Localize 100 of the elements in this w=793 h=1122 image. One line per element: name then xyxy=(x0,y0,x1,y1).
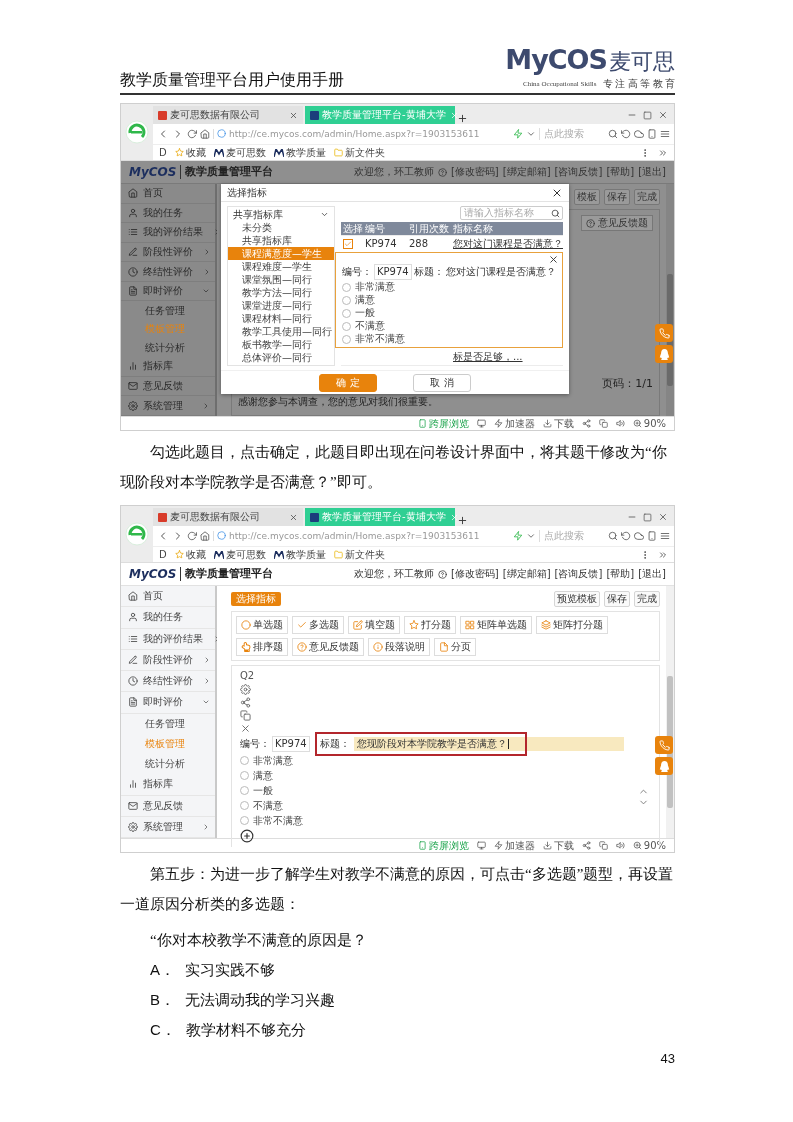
checkbox[interactable] xyxy=(343,239,353,249)
toolbar-button[interactable]: 预览模板 xyxy=(554,591,600,607)
question-type-button[interactable]: 填空题 xyxy=(348,616,400,634)
sidebar-item[interactable]: 统计分析 xyxy=(121,754,215,775)
settings-icon[interactable] xyxy=(240,684,251,695)
call-button[interactable] xyxy=(655,736,673,754)
new-tab-icon[interactable] xyxy=(457,515,468,526)
status-item[interactable]: 下载 xyxy=(542,417,574,430)
code-field[interactable]: KP974 xyxy=(374,264,412,280)
browser-tab[interactable]: 麦可思数据有限公司 xyxy=(153,106,303,124)
home-icon[interactable] xyxy=(200,531,210,541)
header-link[interactable]: [修改密码] xyxy=(450,166,499,178)
indicator-link[interactable]: 标是否足够，... xyxy=(453,351,523,363)
dropdown-icon[interactable] xyxy=(526,531,536,541)
question-type-button[interactable]: 分页 xyxy=(434,638,476,656)
tree-item[interactable]: 课堂氛围—同行 xyxy=(228,273,334,286)
sidebar-item[interactable]: 指标库 xyxy=(121,774,215,796)
radio-button[interactable] xyxy=(342,334,351,344)
header-link[interactable]: [修改密码] xyxy=(450,568,499,580)
bookmark[interactable]: 麦可思数 xyxy=(213,146,266,159)
tree-item[interactable]: 教学工具使用—同行 xyxy=(228,325,334,338)
chevrons-icon[interactable] xyxy=(658,147,668,158)
toolbar-button[interactable]: 保存 xyxy=(604,591,630,607)
sidebar-item[interactable]: 阶段性评价 xyxy=(121,242,215,263)
reload-icon[interactable] xyxy=(187,129,197,139)
copy-icon[interactable] xyxy=(240,710,251,721)
sidebar-item[interactable]: 任务管理 xyxy=(121,713,215,734)
toolbar-button[interactable]: 模板 xyxy=(574,189,600,205)
home-icon[interactable] xyxy=(200,129,210,139)
cancel-button[interactable]: 取 消 xyxy=(413,373,471,392)
tree-item[interactable]: 课程材料—同行 xyxy=(228,312,334,325)
undo-icon[interactable] xyxy=(621,129,631,139)
bookmark[interactable]: 教学质量 xyxy=(273,548,326,561)
header-link[interactable]: [绑定邮箱] xyxy=(502,568,551,580)
question-type-button[interactable]: 意见反馈题 xyxy=(581,215,653,231)
radio-button[interactable] xyxy=(342,295,351,305)
new-tab-icon[interactable] xyxy=(457,113,468,124)
menu-icon[interactable] xyxy=(660,531,670,541)
search-icon[interactable] xyxy=(608,129,618,139)
chat-button[interactable] xyxy=(655,757,673,775)
tree-item[interactable]: 共享指标库 xyxy=(228,234,334,247)
sidebar-item[interactable]: 意见反馈 xyxy=(121,376,215,397)
radio-button[interactable] xyxy=(240,786,249,795)
header-link[interactable]: [帮助] xyxy=(606,568,635,580)
question-type-button[interactable]: 多选题 xyxy=(292,616,344,634)
maximize-icon[interactable] xyxy=(643,512,652,522)
tree-item[interactable]: 课堂进度—同行 xyxy=(228,299,334,312)
bookmark[interactable]: 新文件夹 xyxy=(333,548,385,561)
tree-item[interactable]: 课程难度—学生 xyxy=(228,260,334,273)
sidebar-item[interactable]: 首页 xyxy=(121,586,215,608)
search-icon[interactable] xyxy=(608,531,618,541)
question-type-button[interactable]: 意见反馈题 xyxy=(292,638,364,656)
sidebar-item[interactable]: 首页 xyxy=(121,184,215,204)
status-item[interactable]: 加速器 xyxy=(493,417,535,430)
tree-item[interactable]: 未分类 xyxy=(228,221,334,234)
radio-button[interactable] xyxy=(240,816,249,825)
status-item[interactable]: 90% xyxy=(632,417,666,430)
dropdown-icon[interactable] xyxy=(526,129,536,139)
tree-item[interactable]: 总体评价—同行 xyxy=(228,351,334,364)
call-button[interactable] xyxy=(655,324,673,342)
search-field[interactable]: 请输入指标名称 xyxy=(460,206,563,220)
status-item[interactable]: 加速器 xyxy=(493,839,535,852)
chat-button[interactable] xyxy=(655,345,673,363)
chevrons-icon[interactable] xyxy=(658,549,668,560)
phone-icon[interactable] xyxy=(647,129,657,139)
radio-button[interactable] xyxy=(342,308,351,318)
status-item[interactable]: 下载 xyxy=(542,839,574,852)
status-item[interactable]: 跨屏浏览 xyxy=(417,417,469,430)
question-type-button[interactable]: 单选题 xyxy=(236,616,288,634)
sidebar-item[interactable]: 即时评价 xyxy=(121,281,215,302)
bookmark[interactable]: 新文件夹 xyxy=(333,146,385,159)
sidebar-item[interactable]: 意见反馈 xyxy=(121,795,215,817)
sidebar-item[interactable]: 系统管理 xyxy=(121,396,215,416)
header-link[interactable]: [帮助] xyxy=(606,166,635,178)
radio-button[interactable] xyxy=(240,771,249,780)
header-link[interactable]: [绑定邮箱] xyxy=(502,166,551,178)
cloud-icon[interactable] xyxy=(634,531,644,541)
nodes-icon[interactable] xyxy=(240,697,251,708)
sidebar-item[interactable]: 任务管理 xyxy=(121,301,215,321)
title-field[interactable]: 您现阶段对本学院教学是否满意？ xyxy=(353,737,624,751)
question-type-button[interactable]: 打分题 xyxy=(404,616,456,634)
sidebar-item[interactable]: 指标库 xyxy=(121,357,215,377)
cloud-icon[interactable] xyxy=(634,129,644,139)
radio-button[interactable] xyxy=(240,756,249,765)
radio-button[interactable] xyxy=(342,282,351,292)
sidebar-item[interactable]: 我的任务 xyxy=(121,607,215,629)
question-type-button[interactable]: 段落说明 xyxy=(368,638,430,656)
sidebar-item[interactable]: 即时评价 xyxy=(121,692,215,714)
header-link[interactable]: [退出] xyxy=(638,166,666,178)
close-icon[interactable] xyxy=(548,254,559,265)
undo-icon[interactable] xyxy=(621,531,631,541)
tree-item[interactable]: 板书教学—同行 xyxy=(228,338,334,351)
reload-icon[interactable] xyxy=(187,531,197,541)
bookmark[interactable]: 收藏 xyxy=(174,146,206,159)
sidebar-item[interactable]: 统计分析 xyxy=(121,338,215,358)
radio-button[interactable] xyxy=(342,321,351,331)
question-type-button[interactable]: 矩阵单选题 xyxy=(460,616,532,634)
menu-icon[interactable] xyxy=(660,129,670,139)
delete-icon[interactable] xyxy=(240,723,251,734)
sidebar-item[interactable]: 阶段性评价 xyxy=(121,649,215,671)
